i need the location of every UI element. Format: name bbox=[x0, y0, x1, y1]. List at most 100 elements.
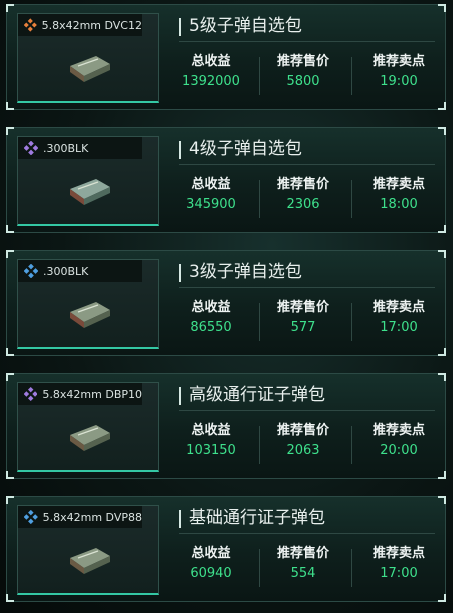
corner-decoration bbox=[438, 373, 446, 381]
caliber-label: .300BLK bbox=[43, 264, 89, 278]
purple-gem-icon bbox=[24, 387, 38, 401]
stat-total-label: 总收益 bbox=[191, 300, 231, 315]
ammo-pack-card[interactable]: 5.8x42mm DVP88 基础通行证子弹包 总收益 60940 推荐售价 554… bbox=[6, 496, 446, 602]
pack-title: 3级子弹自选包 bbox=[189, 262, 302, 282]
pack-title: 5级子弹自选包 bbox=[189, 16, 302, 36]
caliber-label: 5.8x42mm DBP10 bbox=[42, 387, 142, 401]
corner-decoration bbox=[438, 4, 446, 12]
purple-gem-icon bbox=[24, 141, 38, 155]
stat-time: 推荐卖点 17:00 bbox=[355, 299, 443, 339]
corner-decoration bbox=[438, 127, 446, 135]
caliber-label: 5.8x42mm DVP88 bbox=[42, 510, 142, 524]
stat-time: 推荐卖点 17:00 bbox=[355, 545, 443, 585]
stat-time: 推荐卖点 20:00 bbox=[355, 422, 443, 462]
pack-title-row: 4级子弹自选包 bbox=[179, 138, 435, 165]
stat-price: 推荐售价 2063 bbox=[259, 422, 347, 462]
stat-total-value: 86550 bbox=[190, 320, 232, 335]
ammo-pack-card[interactable]: 5.8x42mm DBP10 高级通行证子弹包 总收益 103150 推荐售价 20… bbox=[6, 373, 446, 479]
ammo-box-icon bbox=[70, 302, 110, 328]
stat-total: 总收益 86550 bbox=[167, 299, 255, 339]
stat-price: 推荐售价 554 bbox=[259, 545, 347, 585]
stat-price: 推荐售价 577 bbox=[259, 299, 347, 339]
stat-total: 总收益 60940 bbox=[167, 545, 255, 585]
corner-decoration bbox=[6, 373, 14, 381]
caliber-label: .300BLK bbox=[43, 141, 89, 155]
item-thumbnail[interactable]: 5.8x42mm DBP10 bbox=[17, 382, 159, 472]
stat-total-value: 103150 bbox=[186, 443, 236, 458]
orange-gem-icon bbox=[24, 18, 37, 32]
stat-price-value: 2063 bbox=[286, 443, 320, 458]
stat-time-label: 推荐卖点 bbox=[372, 177, 425, 192]
title-accent-bar bbox=[179, 18, 181, 36]
stat-time: 推荐卖点 18:00 bbox=[355, 176, 443, 216]
ammo-box-icon bbox=[70, 56, 110, 82]
corner-decoration bbox=[6, 471, 14, 479]
corner-decoration bbox=[6, 250, 14, 258]
title-accent-bar bbox=[179, 510, 181, 528]
stat-price-label: 推荐售价 bbox=[276, 546, 329, 561]
item-tag: 5.8x42mm DBP10 bbox=[18, 383, 142, 405]
stat-price-value: 5800 bbox=[286, 74, 320, 89]
pack-title: 高级通行证子弹包 bbox=[189, 385, 325, 405]
stat-total: 总收益 103150 bbox=[167, 422, 255, 462]
stat-divider bbox=[351, 549, 352, 587]
item-thumbnail[interactable]: 5.8x42mm DVC12 bbox=[17, 13, 159, 103]
stat-price-label: 推荐售价 bbox=[276, 423, 329, 438]
ammo-pack-card[interactable]: 5.8x42mm DVC12 5级子弹自选包 总收益 1392000 推荐售价 58… bbox=[6, 4, 446, 110]
stat-divider bbox=[351, 303, 352, 341]
corner-decoration bbox=[438, 102, 446, 110]
stat-time-value: 17:00 bbox=[380, 320, 418, 335]
stat-time-label: 推荐卖点 bbox=[372, 423, 425, 438]
blue-gem-icon bbox=[24, 510, 38, 524]
stat-price-value: 2306 bbox=[286, 197, 320, 212]
corner-decoration bbox=[6, 102, 14, 110]
ammo-box-icon bbox=[70, 548, 110, 574]
corner-decoration bbox=[6, 496, 14, 504]
pack-title: 基础通行证子弹包 bbox=[189, 508, 325, 528]
stat-time-value: 18:00 bbox=[380, 197, 418, 212]
item-thumbnail[interactable]: 5.8x42mm DVP88 bbox=[17, 505, 159, 595]
stat-total: 总收益 345900 bbox=[167, 176, 255, 216]
stat-total-label: 总收益 bbox=[191, 546, 231, 561]
ammo-box-icon bbox=[70, 179, 110, 205]
pack-stats: 总收益 103150 推荐售价 2063 推荐卖点 20:00 bbox=[177, 422, 445, 468]
corner-decoration bbox=[6, 225, 14, 233]
pack-title-row: 高级通行证子弹包 bbox=[179, 384, 435, 411]
stat-price: 推荐售价 2306 bbox=[259, 176, 347, 216]
ammo-pack-card[interactable]: .300BLK 4级子弹自选包 总收益 345900 推荐售价 2306 推荐卖点 1… bbox=[6, 127, 446, 233]
stat-divider bbox=[351, 57, 352, 95]
pack-stats: 总收益 345900 推荐售价 2306 推荐卖点 18:00 bbox=[177, 176, 445, 222]
pack-stats: 总收益 60940 推荐售价 554 推荐卖点 17:00 bbox=[177, 545, 445, 591]
corner-decoration bbox=[6, 348, 14, 356]
stat-price-label: 推荐售价 bbox=[276, 177, 329, 192]
pack-stats: 总收益 1392000 推荐售价 5800 推荐卖点 19:00 bbox=[177, 53, 445, 99]
item-tag: 5.8x42mm DVP88 bbox=[18, 506, 142, 528]
stat-price: 推荐售价 5800 bbox=[259, 53, 347, 93]
title-accent-bar bbox=[179, 141, 181, 159]
stat-time-label: 推荐卖点 bbox=[372, 300, 425, 315]
stat-total-value: 60940 bbox=[190, 566, 232, 581]
pack-title-row: 3级子弹自选包 bbox=[179, 261, 435, 288]
stat-time: 推荐卖点 19:00 bbox=[355, 53, 443, 93]
item-tag: .300BLK bbox=[18, 260, 142, 282]
pack-title: 4级子弹自选包 bbox=[189, 139, 302, 159]
stat-time-value: 20:00 bbox=[380, 443, 418, 458]
corner-decoration bbox=[438, 471, 446, 479]
corner-decoration bbox=[6, 4, 14, 12]
stat-price-value: 577 bbox=[290, 320, 316, 335]
stat-time-label: 推荐卖点 bbox=[372, 54, 425, 69]
item-thumbnail[interactable]: .300BLK bbox=[17, 136, 159, 226]
corner-decoration bbox=[438, 348, 446, 356]
corner-decoration bbox=[438, 594, 446, 602]
stat-price-label: 推荐售价 bbox=[276, 300, 329, 315]
stat-price-label: 推荐售价 bbox=[276, 54, 329, 69]
corner-decoration bbox=[438, 250, 446, 258]
stat-total-label: 总收益 bbox=[191, 54, 231, 69]
ammo-box-icon bbox=[70, 425, 110, 451]
stat-price-value: 554 bbox=[290, 566, 316, 581]
stat-divider bbox=[351, 180, 352, 218]
stat-time-value: 19:00 bbox=[380, 74, 418, 89]
stat-time-value: 17:00 bbox=[380, 566, 418, 581]
ammo-pack-card[interactable]: .300BLK 3级子弹自选包 总收益 86550 推荐售价 577 推荐卖点 17:… bbox=[6, 250, 446, 356]
item-thumbnail[interactable]: .300BLK bbox=[17, 259, 159, 349]
